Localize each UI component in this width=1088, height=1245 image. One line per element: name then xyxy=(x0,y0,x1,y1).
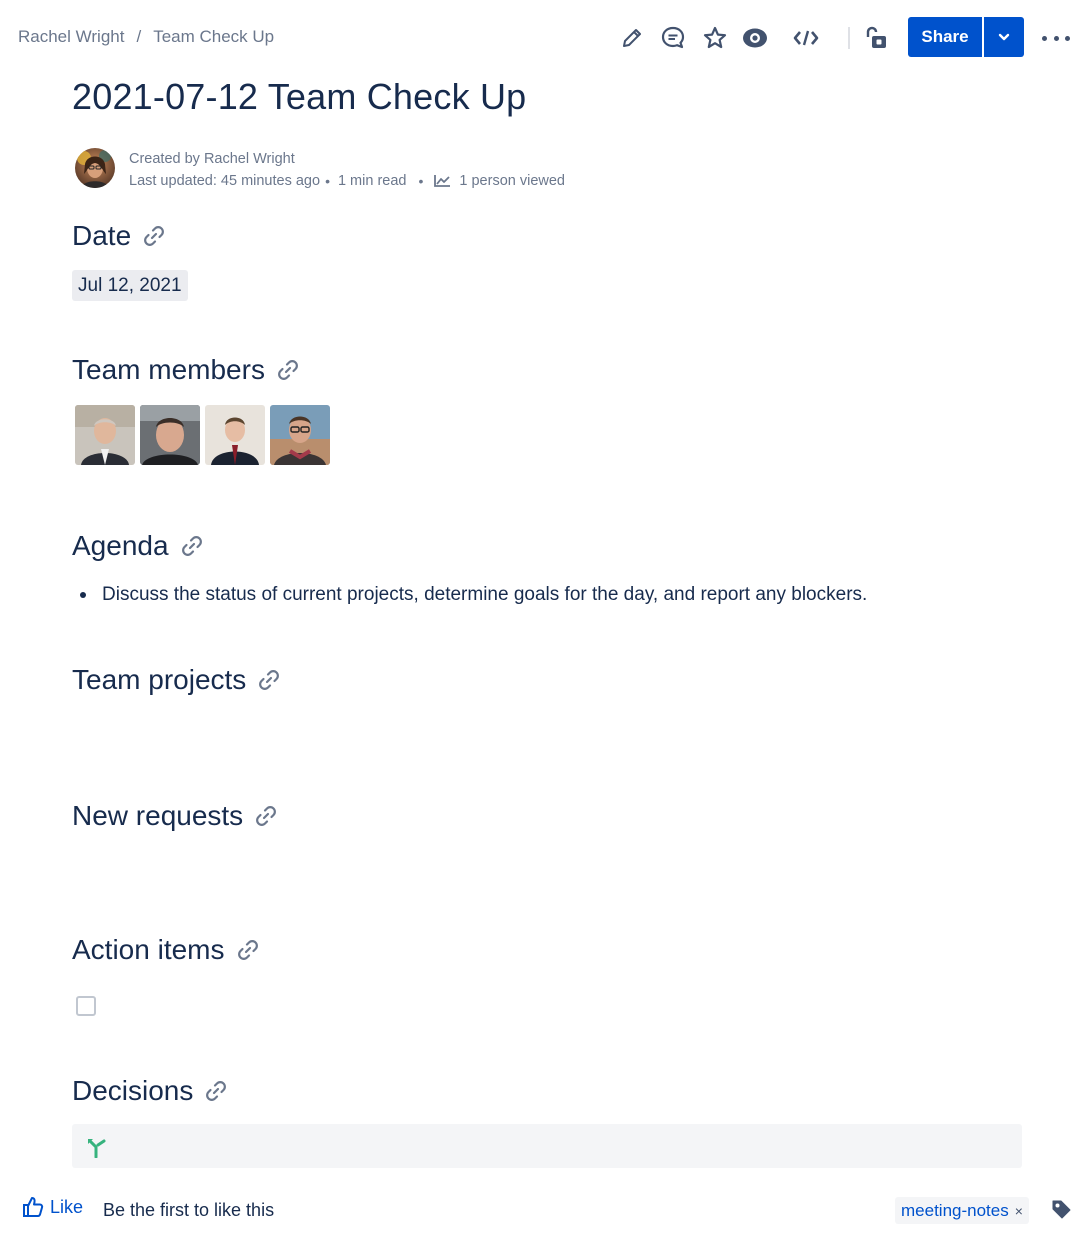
chevron-down-icon xyxy=(998,33,1010,41)
team-member-avatar[interactable] xyxy=(270,405,330,465)
analytics-icon xyxy=(434,175,451,187)
breadcrumb: Rachel Wright / Team Check Up xyxy=(18,27,274,47)
breadcrumb-separator: / xyxy=(136,27,142,46)
like-button[interactable]: Like xyxy=(22,1196,83,1218)
star-button[interactable] xyxy=(701,24,729,52)
more-dot-icon xyxy=(1042,35,1047,41)
team-member-avatar[interactable] xyxy=(205,405,265,465)
label-tag[interactable]: meeting-notes × xyxy=(895,1197,1029,1224)
more-dot-icon xyxy=(1065,35,1070,41)
team-member-avatar[interactable] xyxy=(140,405,200,465)
more-actions-button[interactable] xyxy=(1042,28,1070,48)
page-byline: Created by Rachel Wright Last updated: 4… xyxy=(75,148,565,190)
author-avatar-image xyxy=(75,148,115,188)
link-icon xyxy=(181,536,202,556)
share-button[interactable]: Share xyxy=(908,17,982,57)
share-button-group: Share xyxy=(908,17,1024,57)
agenda-list-item: Discuss the status of current projects, … xyxy=(80,584,867,606)
star-icon xyxy=(703,26,727,49)
edit-button[interactable] xyxy=(618,24,646,52)
agenda-item-text: Discuss the status of current projects, … xyxy=(102,584,868,605)
edit-labels-button[interactable] xyxy=(1051,1199,1071,1224)
heading-new-requests-text: New requests xyxy=(72,800,244,831)
heading-anchor-link[interactable] xyxy=(256,667,282,693)
heading-team-projects-text: Team projects xyxy=(72,664,247,695)
like-label: Like xyxy=(50,1196,84,1217)
heading-date-text: Date xyxy=(72,220,132,251)
link-icon xyxy=(144,226,165,246)
link-icon xyxy=(256,806,277,826)
view-source-button[interactable] xyxy=(791,24,821,52)
comment-button[interactable] xyxy=(659,24,687,52)
heading-anchor-link[interactable] xyxy=(203,1078,229,1104)
heading-new-requests: New requests xyxy=(72,800,279,832)
author-avatar[interactable] xyxy=(75,148,115,188)
comment-icon xyxy=(661,26,685,49)
byline-details: Created by Rachel Wright Last updated: 4… xyxy=(129,148,565,190)
decision-icon xyxy=(88,1139,106,1158)
heading-agenda-text: Agenda xyxy=(72,530,169,561)
heading-team-members: Team members xyxy=(72,354,301,386)
heading-anchor-link[interactable] xyxy=(141,223,167,249)
heading-agenda: Agenda xyxy=(72,530,205,562)
read-time-text: 1 min read xyxy=(337,173,407,189)
heading-anchor-link[interactable] xyxy=(179,533,205,559)
link-icon xyxy=(259,670,280,690)
heading-decisions: Decisions xyxy=(72,1075,229,1107)
heading-action-items-text: Action items xyxy=(72,934,225,965)
breadcrumb-item-space[interactable]: Rachel Wright xyxy=(18,27,124,47)
heading-date: Date xyxy=(72,220,167,252)
created-by-row: Created by Rachel Wright xyxy=(129,148,565,170)
remove-label-button[interactable]: × xyxy=(1015,1203,1023,1219)
link-icon xyxy=(278,360,298,380)
watch-icon xyxy=(743,28,767,48)
more-dot-icon xyxy=(1053,35,1059,41)
page-title: 2021-07-12 Team Check Up xyxy=(72,76,527,117)
created-by-text[interactable]: Created by Rachel Wright xyxy=(129,148,295,170)
thumbs-up-icon xyxy=(23,1197,44,1217)
heading-team-members-text: Team members xyxy=(72,354,265,385)
last-updated-text[interactable]: Last updated: 45 minutes ago xyxy=(129,170,320,192)
source-icon xyxy=(793,30,819,46)
like-summary-text: Be the first to like this xyxy=(103,1200,275,1220)
heading-team-projects: Team projects xyxy=(72,664,282,696)
meta-dot-separator: • xyxy=(418,173,424,189)
toolbar-divider xyxy=(848,27,850,49)
link-icon xyxy=(237,940,258,960)
page-header: Rachel Wright / Team Check Up Share xyxy=(0,0,1088,76)
team-member-avatars xyxy=(75,405,330,465)
heading-anchor-link[interactable] xyxy=(253,803,279,829)
heading-anchor-link[interactable] xyxy=(275,357,301,383)
edit-icon xyxy=(623,29,641,47)
meta-dot-separator: • xyxy=(325,173,330,189)
breadcrumb-item-parent-page[interactable]: Team Check Up xyxy=(153,27,274,47)
unlocked-icon xyxy=(866,26,886,48)
restrictions-button[interactable] xyxy=(862,24,890,52)
tag-icon xyxy=(1052,1200,1071,1219)
page-views-text[interactable]: 1 person viewed xyxy=(459,170,565,192)
date-lozenge[interactable]: Jul 12, 2021 xyxy=(72,270,188,301)
share-options-dropdown[interactable] xyxy=(984,17,1024,57)
watch-button[interactable] xyxy=(741,24,769,52)
heading-decisions-text: Decisions xyxy=(72,1075,194,1106)
decision-item[interactable] xyxy=(72,1124,1022,1168)
page-meta-row: Last updated: 45 minutes ago • 1 min rea… xyxy=(129,170,565,192)
bullet xyxy=(80,592,86,598)
heading-anchor-link[interactable] xyxy=(235,937,261,963)
action-item-checkbox[interactable] xyxy=(76,996,96,1016)
label-tag-text[interactable]: meeting-notes xyxy=(901,1201,1009,1221)
link-icon xyxy=(206,1081,227,1101)
team-member-avatar[interactable] xyxy=(75,405,135,465)
heading-action-items: Action items xyxy=(72,934,261,966)
